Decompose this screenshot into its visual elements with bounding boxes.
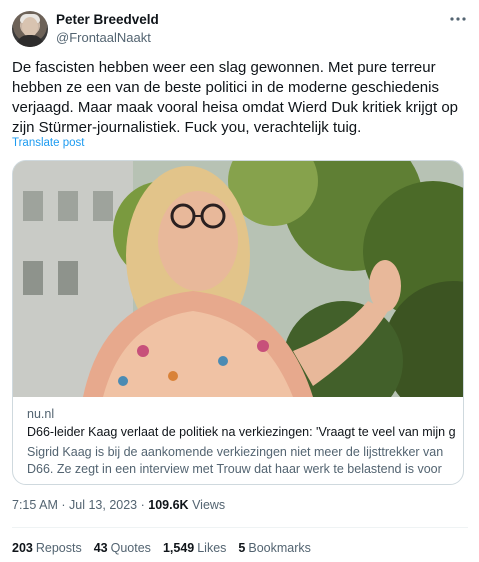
more-horizontal-icon	[450, 17, 466, 21]
likes-label: Likes	[197, 541, 227, 555]
reposts-label: Reposts	[35, 541, 82, 555]
card-photo-illustration	[13, 161, 463, 397]
views-count: 109.6K	[148, 498, 189, 512]
author-handle[interactable]: @FrontaalNaakt	[56, 30, 151, 45]
engagement-stats: 203 Reposts 43 Quotes 1,549 Likes 5 Bookmark…	[12, 541, 311, 555]
more-options-button[interactable]	[446, 8, 470, 30]
quotes-count: 43	[93, 541, 108, 555]
likes-stat[interactable]: 1,549 Likes	[163, 541, 226, 555]
quotes-label: Quotes	[110, 541, 151, 555]
reposts-count: 203	[12, 541, 33, 555]
author-name[interactable]: Peter Breedveld	[56, 12, 159, 27]
meta-separator: ·	[140, 498, 145, 512]
bookmarks-count: 5	[238, 541, 246, 555]
post-metadata: 7:15 AM · Jul 13, 2023 · 109.6K Views	[12, 498, 225, 512]
divider	[12, 527, 468, 528]
views-label: Views	[192, 498, 226, 512]
reposts-stat[interactable]: 203 Reposts	[12, 541, 82, 555]
bookmarks-stat[interactable]: 5 Bookmarks	[238, 541, 310, 555]
card-image	[13, 161, 463, 397]
likes-count: 1,549	[162, 541, 195, 555]
post-date[interactable]: Jul 13, 2023	[69, 498, 137, 512]
quotes-stat[interactable]: 43 Quotes	[94, 541, 151, 555]
link-preview-card[interactable]: nu.nl D66-leider Kaag verlaat de politie…	[12, 160, 464, 485]
card-title: D66-leider Kaag verlaat de politiek na v…	[27, 425, 455, 439]
avatar[interactable]	[12, 11, 48, 47]
card-description: Sigrid Kaag is bij de aankomende verkiez…	[27, 445, 444, 484]
post-container: Peter Breedveld @FrontaalNaakt De fascis…	[0, 0, 479, 562]
post-text: De fascisten hebben weer een slag gewonn…	[12, 59, 459, 136]
avatar-body	[16, 35, 44, 47]
bookmarks-label: Bookmarks	[248, 541, 311, 555]
post-time[interactable]: 7:15 AM	[12, 498, 58, 512]
card-domain: nu.nl	[27, 407, 55, 421]
avatar-face	[22, 17, 38, 37]
meta-separator: ·	[61, 498, 66, 512]
translate-post-link[interactable]: Translate post	[12, 137, 84, 149]
